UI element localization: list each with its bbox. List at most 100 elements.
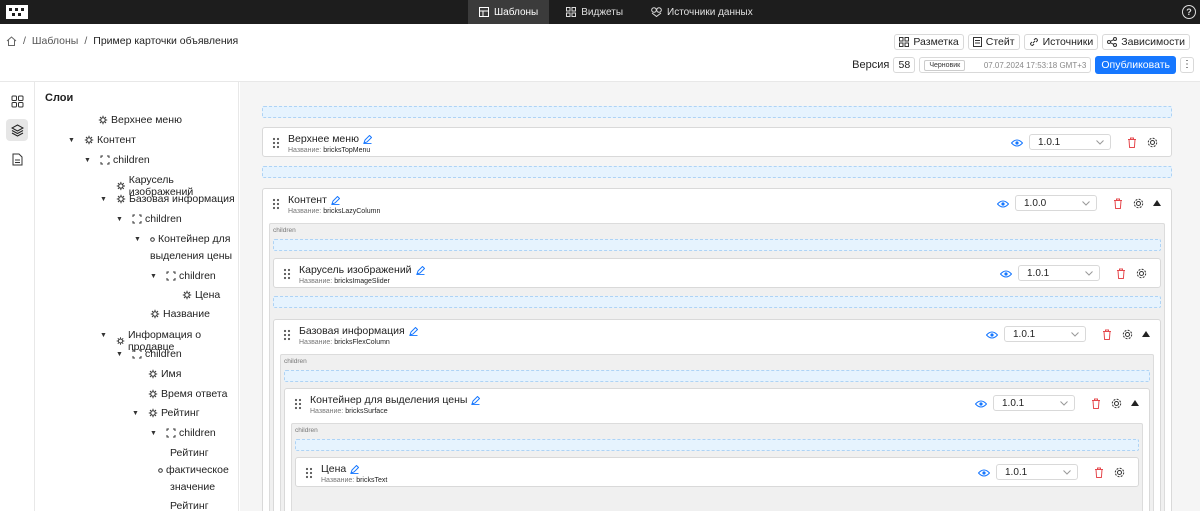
block-card[interactable]: Контейнер для выделения цены Название: br… bbox=[284, 388, 1150, 511]
settings-gear-icon[interactable] bbox=[1147, 137, 1158, 148]
delete-trash-icon[interactable] bbox=[1102, 329, 1112, 340]
layout-button[interactable]: Разметка bbox=[894, 34, 964, 50]
tree-expand-caret-icon[interactable]: ▼ bbox=[132, 410, 139, 417]
tree-node[interactable]: выделения цены bbox=[150, 250, 232, 262]
version-select[interactable]: 1.0.1 bbox=[996, 464, 1078, 480]
version-select[interactable]: 1.0.1 bbox=[1018, 265, 1100, 281]
block-card[interactable]: Контент Название: bricksLazyColumn 1.0.0 c… bbox=[262, 188, 1172, 511]
collapse-icon[interactable] bbox=[1142, 331, 1150, 337]
tree-expand-caret-icon[interactable]: ▼ bbox=[150, 430, 157, 437]
drop-zone[interactable] bbox=[273, 296, 1161, 308]
delete-trash-icon[interactable] bbox=[1113, 198, 1123, 209]
edit-icon[interactable] bbox=[408, 326, 418, 336]
tree-node[interactable]: Рейтинг bbox=[170, 447, 209, 459]
version-select[interactable]: Черновик 07.07.2024 17:53:18 GMT+3 bbox=[919, 57, 1092, 73]
layout-button-label: Разметка bbox=[913, 36, 959, 48]
tree-node[interactable]: Рейтинг bbox=[148, 407, 200, 419]
block-title-text: Цена bbox=[321, 463, 347, 475]
tree-node[interactable]: Рейтинг bbox=[170, 500, 209, 512]
rail-components[interactable] bbox=[6, 90, 28, 112]
version-select[interactable]: 1.0.1 bbox=[993, 395, 1075, 411]
tree-node[interactable]: children bbox=[132, 213, 182, 225]
settings-gear-icon[interactable] bbox=[1114, 467, 1125, 478]
delete-trash-icon[interactable] bbox=[1116, 268, 1126, 279]
settings-gear-icon[interactable] bbox=[1136, 268, 1147, 279]
tab-templates[interactable]: Шаблоны bbox=[468, 0, 550, 24]
visibility-eye-icon[interactable] bbox=[1011, 139, 1023, 147]
tree-expand-caret-icon[interactable]: ▼ bbox=[84, 157, 91, 164]
tree-node[interactable]: Верхнее меню bbox=[98, 114, 182, 126]
tree-expand-caret-icon[interactable]: ▼ bbox=[150, 273, 157, 280]
state-button[interactable]: Стейт bbox=[967, 34, 1020, 50]
tree-node[interactable]: children bbox=[100, 154, 150, 166]
tree-node[interactable]: Название bbox=[150, 308, 210, 320]
collapse-icon[interactable] bbox=[1153, 200, 1161, 206]
visibility-eye-icon[interactable] bbox=[975, 400, 987, 408]
more-menu-button[interactable]: ⋮ bbox=[1180, 57, 1194, 73]
block-title: Цена bbox=[321, 463, 360, 475]
tree-expand-caret-icon[interactable]: ▼ bbox=[116, 216, 123, 223]
drop-zone[interactable] bbox=[295, 439, 1139, 451]
visibility-eye-icon[interactable] bbox=[978, 469, 990, 477]
drag-handle-icon[interactable] bbox=[283, 329, 291, 341]
dependencies-button[interactable]: Зависимости bbox=[1102, 34, 1190, 50]
block-card[interactable]: Цена Название: bricksText 1.0.1 bbox=[295, 457, 1139, 487]
tree-expand-caret-icon[interactable]: ▼ bbox=[100, 196, 107, 203]
block-card[interactable]: Карусель изображений Название: bricksImag… bbox=[273, 258, 1161, 288]
edit-icon[interactable] bbox=[363, 134, 372, 144]
delete-trash-icon[interactable] bbox=[1091, 398, 1101, 409]
tree-node[interactable]: children bbox=[166, 270, 216, 282]
edit-icon[interactable] bbox=[331, 195, 340, 205]
tree-expand-caret-icon[interactable]: ▼ bbox=[100, 332, 107, 339]
tree-node[interactable]: Контент bbox=[84, 134, 136, 146]
tree-expand-caret-icon[interactable]: ▼ bbox=[134, 236, 141, 243]
version-select[interactable]: 1.0.1 bbox=[1004, 326, 1086, 342]
version-select[interactable]: 1.0.1 bbox=[1029, 134, 1111, 150]
edit-icon[interactable] bbox=[471, 395, 481, 405]
tree-node[interactable]: фактическое bbox=[158, 464, 229, 476]
sources-button[interactable]: Источники bbox=[1023, 34, 1099, 50]
home-icon[interactable] bbox=[6, 36, 17, 46]
edit-icon[interactable] bbox=[350, 464, 360, 474]
tab-widgets[interactable]: Виджеты bbox=[555, 0, 634, 24]
tree-node[interactable]: значение bbox=[170, 481, 215, 493]
visibility-eye-icon[interactable] bbox=[986, 331, 998, 339]
help-icon[interactable]: ? bbox=[1182, 5, 1196, 19]
delete-trash-icon[interactable] bbox=[1127, 137, 1137, 148]
drag-handle-icon[interactable] bbox=[283, 268, 291, 280]
rail-layers[interactable] bbox=[6, 119, 28, 141]
drop-zone[interactable] bbox=[273, 239, 1161, 251]
visibility-eye-icon[interactable] bbox=[997, 200, 1009, 208]
drag-handle-icon[interactable] bbox=[294, 398, 302, 410]
tab-data-sources[interactable]: Источники данных bbox=[640, 0, 764, 24]
rail-document[interactable] bbox=[6, 148, 28, 170]
edit-icon[interactable] bbox=[415, 265, 425, 275]
publish-button[interactable]: Опубликовать bbox=[1095, 56, 1176, 74]
app-logo-icon[interactable] bbox=[6, 5, 28, 19]
tree-node[interactable]: Время ответа bbox=[148, 388, 227, 400]
drop-zone[interactable] bbox=[262, 106, 1172, 118]
tree-node[interactable]: Имя bbox=[148, 368, 181, 380]
tree-node[interactable]: Контейнер для bbox=[150, 233, 231, 245]
drag-handle-icon[interactable] bbox=[305, 467, 313, 479]
tree-expand-caret-icon[interactable]: ▼ bbox=[68, 137, 75, 144]
breadcrumb-templates[interactable]: Шаблоны bbox=[32, 35, 78, 47]
visibility-eye-icon[interactable] bbox=[1000, 270, 1012, 278]
tree-expand-caret-icon[interactable]: ▼ bbox=[116, 351, 123, 358]
delete-trash-icon[interactable] bbox=[1094, 467, 1104, 478]
tree-node[interactable]: Базовая информация bbox=[116, 193, 235, 205]
tree-node[interactable]: Цена bbox=[182, 289, 220, 301]
tree-node[interactable]: children bbox=[166, 427, 216, 439]
drag-handle-icon[interactable] bbox=[272, 137, 280, 149]
settings-gear-icon[interactable] bbox=[1133, 198, 1144, 209]
block-card[interactable]: Верхнее меню Название: bricksTopMenu 1.0.1 bbox=[262, 127, 1172, 157]
drag-handle-icon[interactable] bbox=[272, 198, 280, 210]
collapse-icon[interactable] bbox=[1131, 400, 1139, 406]
settings-gear-icon[interactable] bbox=[1122, 329, 1133, 340]
tree-node[interactable]: children bbox=[132, 348, 182, 360]
drop-zone[interactable] bbox=[262, 166, 1172, 178]
version-select[interactable]: 1.0.0 bbox=[1015, 195, 1097, 211]
drop-zone[interactable] bbox=[284, 370, 1150, 382]
block-card[interactable]: Базовая информация Название: bricksFlexCo… bbox=[273, 319, 1161, 511]
settings-gear-icon[interactable] bbox=[1111, 398, 1122, 409]
